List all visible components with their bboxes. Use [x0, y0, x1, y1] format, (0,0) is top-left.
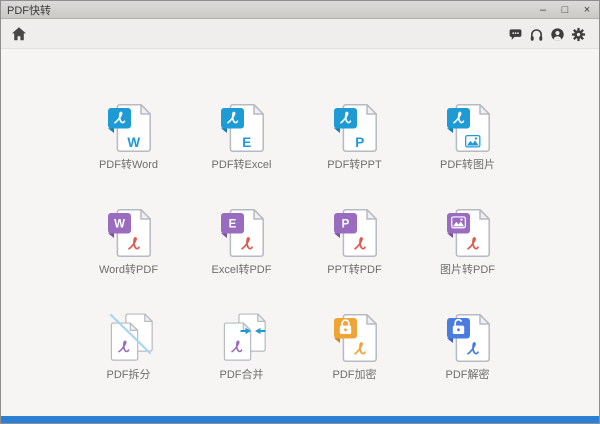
pdf-merge-icon [223, 313, 266, 361]
grid-item-pdf-to-word[interactable]: W PDF转Word [72, 101, 185, 206]
svg-text:E: E [228, 219, 236, 231]
svg-text:E: E [242, 135, 251, 150]
grid-item-label: 图片转PDF [440, 264, 495, 276]
word-to-pdf-icon: W [107, 209, 151, 257]
grid-item-pdf-to-image[interactable]: PDF转图片 [411, 101, 524, 206]
pdf-split-icon [109, 313, 153, 361]
grid-item-label: PDF加密 [332, 369, 377, 381]
title-bar: PDF快转 – □ × [1, 1, 599, 19]
pdf-to-image-icon [446, 104, 490, 152]
grid-item-label: Word转PDF [98, 264, 159, 276]
grid-item-label: PPT转PDF [327, 264, 382, 276]
grid-item-label: Excel转PDF [211, 264, 272, 276]
image-to-pdf-icon [446, 209, 490, 257]
grid-item-label: PDF转PPT [327, 159, 382, 171]
close-button[interactable]: × [581, 1, 593, 19]
home-icon [12, 27, 26, 41]
pdf-decrypt-icon [446, 314, 490, 362]
grid-item-pdf-encrypt[interactable]: PDF加密 [298, 311, 411, 416]
grid-item-pdf-merge[interactable]: PDF合并 [185, 311, 298, 416]
ppt-to-pdf-icon: P [333, 209, 377, 257]
svg-text:W: W [127, 135, 140, 150]
grid-item-pdf-to-ppt[interactable]: P PDF转PPT [298, 101, 411, 206]
toolbar-right-icons [508, 27, 586, 42]
conversion-grid: W PDF转Word E PDF转Excel P PDF转PPT PDF转图片 … [72, 101, 524, 416]
svg-text:W: W [114, 219, 125, 231]
pdf-to-excel-icon: E [220, 104, 264, 152]
headset-icon[interactable] [529, 27, 544, 42]
maximize-button[interactable]: □ [559, 1, 571, 19]
pdf-encrypt-icon [333, 314, 377, 362]
message-icon[interactable] [508, 27, 523, 42]
grid-item-pdf-to-excel[interactable]: E PDF转Excel [185, 101, 298, 206]
minimize-button[interactable]: – [537, 1, 549, 19]
window-controls: – □ × [537, 1, 593, 19]
svg-text:P: P [341, 219, 349, 231]
grid-item-pdf-split[interactable]: PDF拆分 [72, 311, 185, 416]
grid-item-pdf-decrypt[interactable]: PDF解密 [411, 311, 524, 416]
grid-item-ppt-to-pdf[interactable]: P PPT转PDF [298, 206, 411, 311]
svg-text:P: P [355, 135, 364, 150]
bottom-accent-bar [1, 416, 599, 423]
grid-item-label: PDF拆分 [106, 369, 151, 381]
grid-item-image-to-pdf[interactable]: 图片转PDF [411, 206, 524, 311]
pdf-to-word-icon: W [107, 104, 151, 152]
grid-item-label: PDF转Excel [211, 159, 272, 171]
grid-item-label: PDF解密 [445, 369, 490, 381]
grid-item-label: PDF转Word [98, 159, 159, 171]
grid-item-label: PDF合并 [219, 369, 264, 381]
app-window: PDF快转 – □ × W PDF转Word E PDF转Excel P PDF… [0, 0, 600, 424]
toolbar [1, 19, 599, 49]
grid-item-excel-to-pdf[interactable]: E Excel转PDF [185, 206, 298, 311]
window-title: PDF快转 [7, 4, 51, 17]
grid-item-label: PDF转图片 [440, 159, 495, 171]
excel-to-pdf-icon: E [220, 209, 264, 257]
account-icon[interactable] [550, 27, 565, 42]
gear-icon[interactable] [571, 27, 586, 42]
home-button[interactable] [11, 26, 27, 42]
grid-item-word-to-pdf[interactable]: W Word转PDF [72, 206, 185, 311]
pdf-to-ppt-icon: P [333, 104, 377, 152]
